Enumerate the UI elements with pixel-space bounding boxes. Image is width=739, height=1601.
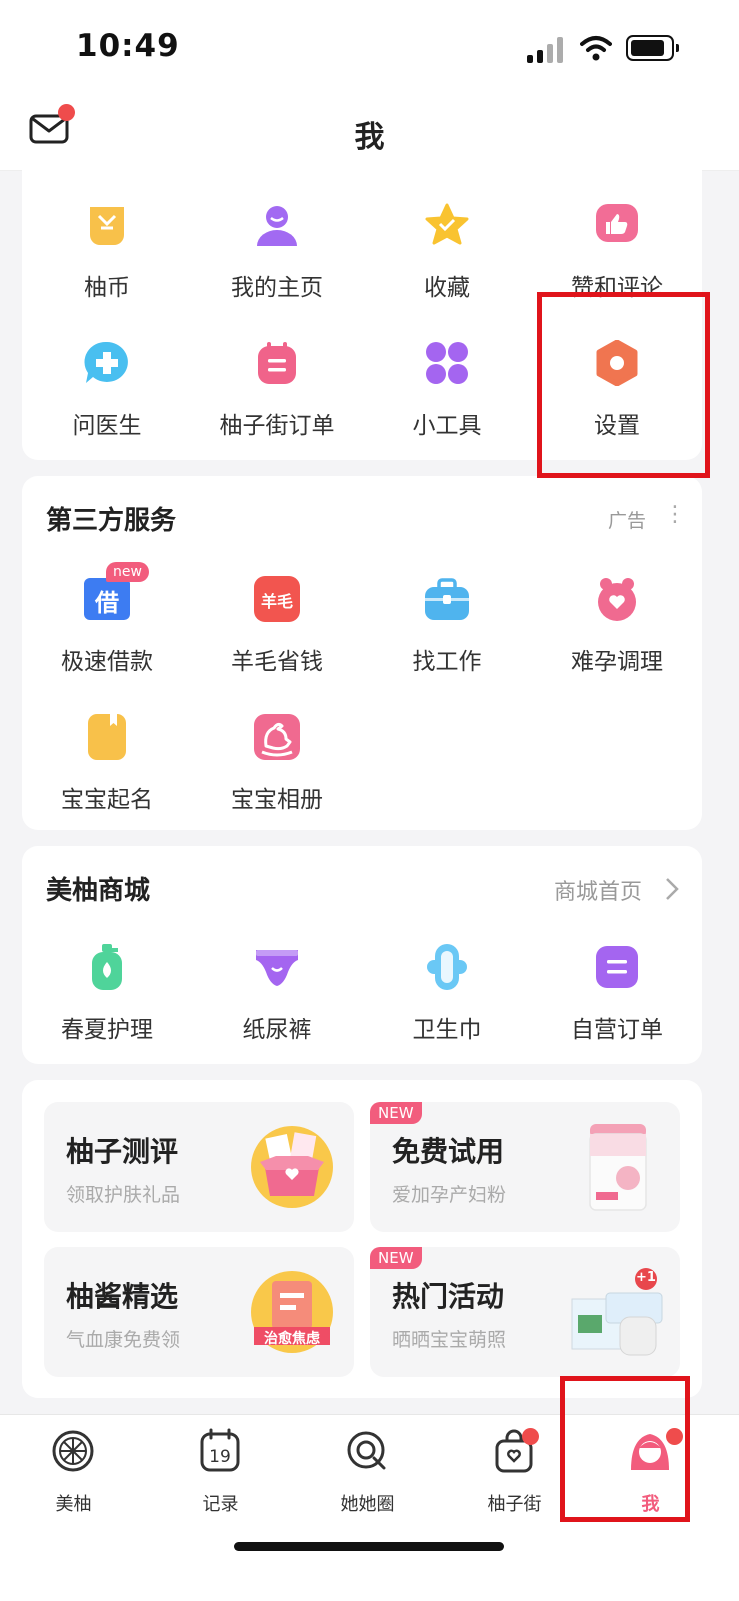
menu-item-label: 问医生	[72, 413, 142, 439]
service-item-find-job[interactable]: 找工作	[362, 576, 532, 696]
selection-image: 治愈焦虑	[250, 1267, 334, 1357]
baby-products-image: +1	[570, 1267, 666, 1357]
menu-item-my-homepage[interactable]: 我的主页	[192, 202, 362, 322]
promo-subtitle: 领取护肤礼品	[66, 1184, 181, 1206]
section-title: 第三方服务	[46, 506, 177, 536]
promo-title: 柚酱精选	[66, 1280, 179, 1313]
notification-dot	[58, 104, 75, 121]
menu-item-label: 柚子街订单	[219, 413, 335, 439]
signal-icon	[527, 37, 565, 63]
mall-item-label: 纸尿裤	[242, 1017, 312, 1043]
status-time: 10:49	[76, 28, 180, 64]
promo-title: 热门活动	[392, 1280, 505, 1313]
menu-item-coins[interactable]: 柚币	[22, 202, 192, 322]
loan-icon-text: 借	[95, 589, 119, 617]
menu-item-tools[interactable]: 小工具	[362, 340, 532, 460]
promo-tile-free-trial[interactable]: NEW 免费试用 爱加孕产妇粉	[370, 1102, 680, 1232]
tab-label: 记录	[202, 1494, 239, 1515]
battery-icon	[626, 35, 679, 61]
mall-item-label: 春夏护理	[61, 1017, 153, 1043]
plus-one-text: +1	[636, 1270, 656, 1285]
mall-item-label: 卫生巾	[412, 1017, 482, 1043]
order-icon	[258, 342, 296, 384]
thumbs-up-icon	[596, 204, 638, 242]
promo-subtitle: 晒晒宝宝萌照	[392, 1329, 507, 1351]
service-item-label: 宝宝起名	[61, 787, 153, 813]
menu-item-label: 小工具	[412, 413, 482, 439]
new-badge: NEW	[370, 1102, 422, 1124]
menu-item-label: 我的主页	[231, 275, 323, 301]
promo-title: 免费试用	[392, 1135, 505, 1168]
menu-item-youzijie-orders[interactable]: 柚子街订单	[192, 340, 362, 460]
pad-icon	[427, 944, 467, 990]
loan-icon: 借	[84, 576, 130, 622]
meiyou-icon	[52, 1430, 94, 1472]
briefcase-icon	[425, 578, 469, 620]
mall-item-sanitary-pads[interactable]: 卫生巾	[362, 944, 532, 1064]
calendar-icon: 19	[200, 1428, 240, 1472]
doctor-chat-icon	[84, 341, 128, 383]
tab-label: 她她圈	[340, 1494, 395, 1515]
page-title: 我	[354, 120, 385, 155]
section-title: 美柚商城	[46, 876, 151, 906]
service-item-label: 难孕调理	[571, 649, 663, 675]
mall-item-spring-care[interactable]: 春夏护理	[22, 944, 192, 1064]
service-item-wool[interactable]: 羊毛 羊毛省钱	[192, 576, 362, 696]
promo-subtitle: 气血康免费领	[66, 1329, 181, 1351]
menu-item-favorites[interactable]: 收藏	[362, 202, 532, 322]
ad-label: 广告	[608, 510, 647, 532]
user-icon	[257, 206, 297, 246]
highlight-box-me-tab	[560, 1376, 690, 1522]
mall-home-link[interactable]: 商城首页	[554, 874, 642, 906]
service-item-label: 极速借款	[61, 649, 153, 675]
service-item-label: 找工作	[412, 649, 482, 675]
service-item-baby-album[interactable]: 宝宝相册	[192, 714, 362, 834]
calendar-day-text: 19	[209, 1447, 231, 1467]
wool-icon: 羊毛	[254, 576, 300, 622]
wool-icon-text: 羊毛	[260, 592, 293, 611]
fertility-icon	[598, 578, 636, 621]
self-order-icon	[596, 946, 638, 988]
coin-icon	[90, 207, 124, 245]
mall-item-self-orders[interactable]: 自营订单	[532, 944, 702, 1064]
tab-label: 美柚	[55, 1494, 92, 1515]
mall-item-diapers[interactable]: 纸尿裤	[192, 944, 362, 1064]
community-icon	[347, 1431, 386, 1470]
service-item-loan[interactable]: 借 new 极速借款	[22, 562, 192, 696]
service-item-label: 羊毛省钱	[231, 649, 323, 675]
tab-meiyou[interactable]: 美柚	[0, 1428, 147, 1518]
tab-community[interactable]: 她她圈	[294, 1428, 441, 1518]
highlight-box-settings	[537, 292, 710, 478]
gift-box-image	[251, 1126, 333, 1208]
tab-records[interactable]: 19 记录	[147, 1428, 294, 1518]
more-icon[interactable]: ⋮	[664, 502, 686, 527]
new-badge: new	[106, 562, 149, 582]
home-indicator	[234, 1542, 504, 1551]
promo-tile-reviews[interactable]: 柚子测评 领取护肤礼品	[44, 1102, 354, 1232]
milk-powder-can-image	[589, 1124, 647, 1211]
album-icon	[254, 714, 300, 760]
wifi-icon	[580, 36, 612, 61]
promo-subtitle: 爱加孕产妇粉	[392, 1184, 507, 1206]
new-badge: NEW	[370, 1247, 422, 1269]
service-item-baby-naming[interactable]: 宝宝起名	[22, 714, 192, 834]
chevron-right-icon[interactable]	[664, 877, 680, 901]
promo-title: 柚子测评	[66, 1135, 179, 1168]
diaper-icon	[256, 950, 298, 986]
service-item-fertility[interactable]: 难孕调理	[532, 576, 702, 696]
notification-dot	[522, 1428, 539, 1445]
lotion-icon	[92, 944, 122, 990]
promo-tile-selection[interactable]: 柚酱精选 气血康免费领 治愈焦虑	[44, 1247, 354, 1377]
star-icon	[425, 203, 469, 245]
selection-image-text: 治愈焦虑	[264, 1331, 320, 1347]
menu-item-label: 柚币	[84, 275, 130, 301]
mall-item-label: 自营订单	[571, 1017, 663, 1043]
promo-tile-events[interactable]: NEW 热门活动 晒晒宝宝萌照 +1	[370, 1247, 680, 1377]
service-item-label: 宝宝相册	[231, 787, 323, 813]
naming-icon	[88, 714, 126, 760]
menu-item-ask-doctor[interactable]: 问医生	[22, 340, 192, 460]
menu-item-label: 收藏	[424, 275, 470, 301]
tools-icon	[426, 342, 468, 384]
